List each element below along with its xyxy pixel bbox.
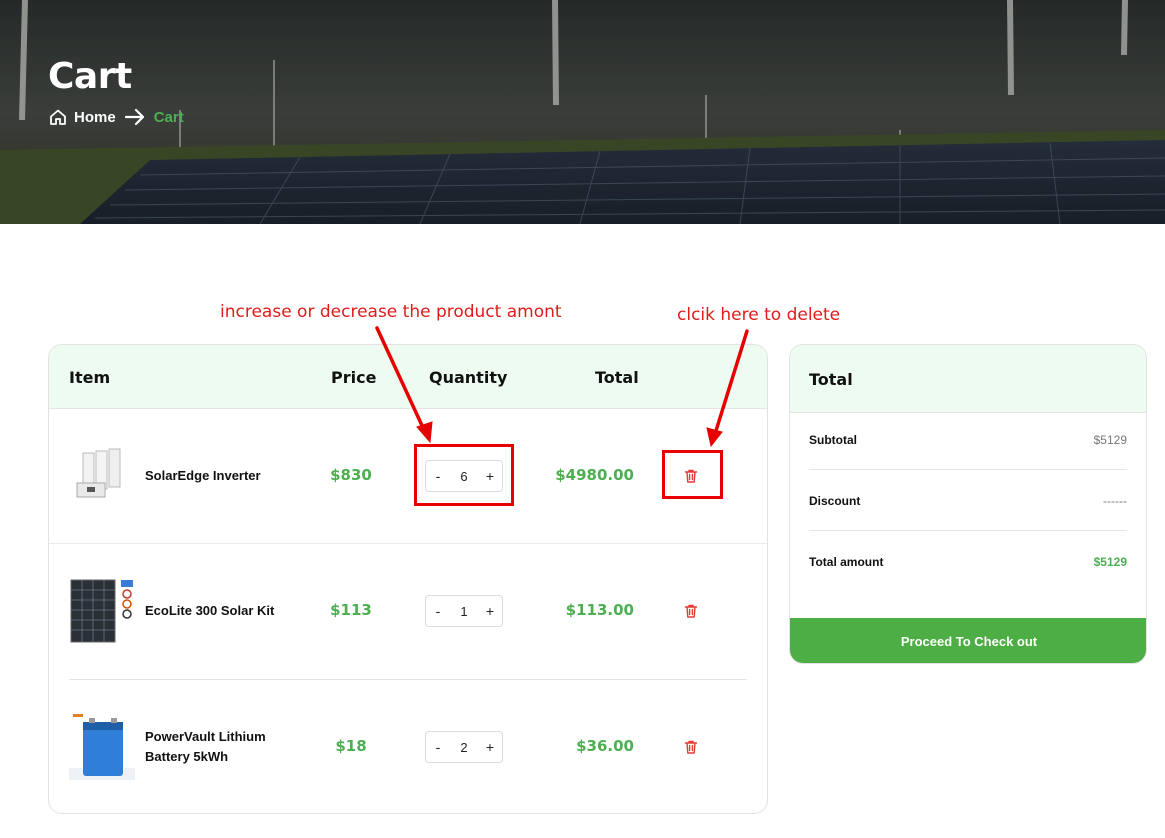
arrow-right-icon xyxy=(124,108,144,126)
subtotal-label: Subtotal xyxy=(809,433,857,447)
summary-divider xyxy=(809,469,1127,470)
increase-quantity-button[interactable]: + xyxy=(484,739,496,755)
summary-divider xyxy=(809,530,1127,531)
order-summary-title: Total xyxy=(809,370,853,389)
order-summary-card: Total Subtotal $5129 Discount ------ Tot… xyxy=(789,344,1147,664)
column-price: Price xyxy=(331,368,377,387)
total-amount-value: $5129 xyxy=(1093,555,1127,569)
annotation-quantity-highlight xyxy=(414,444,514,506)
product-name[interactable]: PowerVault Lithium Battery 5kWh xyxy=(145,727,285,767)
product-name[interactable]: SolarEdge Inverter xyxy=(145,466,285,486)
discount-label: Discount xyxy=(809,494,861,508)
column-total: Total xyxy=(595,368,639,387)
total-amount-row: Total amount $5129 xyxy=(809,555,1127,569)
proceed-to-checkout-button[interactable]: Proceed To Check out xyxy=(790,618,1146,663)
quantity-value[interactable]: 2 xyxy=(460,740,467,755)
annotation-delete-note: clcik here to delete xyxy=(677,305,841,325)
subtotal-value: $5129 xyxy=(1093,433,1127,447)
breadcrumb: Home Cart xyxy=(49,106,184,128)
breadcrumb-current: Cart xyxy=(153,108,184,126)
table-row: PowerVault Lithium Battery 5kWh $18 - 2 … xyxy=(49,680,767,813)
trash-icon[interactable] xyxy=(683,603,699,619)
home-icon[interactable] xyxy=(49,108,67,126)
cart-table: Item Price Quantity Total SolarEdge Inve… xyxy=(48,344,768,814)
product-image-battery xyxy=(69,714,135,780)
annotation-quantity-note: increase or decrease the product amont xyxy=(220,302,562,322)
breadcrumb-home-link[interactable]: Home xyxy=(74,109,116,126)
product-name[interactable]: EcoLite 300 Solar Kit xyxy=(145,601,285,621)
cart-table-header: Item Price Quantity Total xyxy=(49,345,767,409)
increase-quantity-button[interactable]: + xyxy=(484,603,496,619)
decrease-quantity-button[interactable]: - xyxy=(432,739,444,755)
table-row: SolarEdge Inverter $830 - 6 + $4980.00 xyxy=(49,409,767,544)
product-price: $830 xyxy=(330,466,372,484)
quantity-stepper: - 1 + xyxy=(425,595,503,627)
discount-row: Discount ------ xyxy=(809,494,1127,508)
discount-value: ------ xyxy=(1103,494,1127,508)
product-image-solar-kit xyxy=(69,578,135,644)
product-price: $18 xyxy=(335,737,367,755)
quantity-value[interactable]: 1 xyxy=(460,604,467,619)
column-quantity: Quantity xyxy=(429,368,508,387)
product-image-inverter xyxy=(69,443,135,509)
annotation-delete-highlight xyxy=(662,450,723,499)
product-line-total: $4980.00 xyxy=(555,466,634,484)
table-row: EcoLite 300 Solar Kit $113 - 1 + $113.00 xyxy=(49,544,767,679)
total-amount-label: Total amount xyxy=(809,555,884,569)
quantity-stepper: - 2 + xyxy=(425,731,503,763)
subtotal-row: Subtotal $5129 xyxy=(809,433,1127,447)
decrease-quantity-button[interactable]: - xyxy=(432,603,444,619)
product-line-total: $36.00 xyxy=(576,737,634,755)
order-summary-header: Total xyxy=(790,345,1146,413)
page-title: Cart xyxy=(48,56,132,97)
column-item: Item xyxy=(69,368,111,387)
product-line-total: $113.00 xyxy=(565,601,634,619)
trash-icon[interactable] xyxy=(683,739,699,755)
product-price: $113 xyxy=(330,601,372,619)
page-hero: Cart Home Cart xyxy=(0,0,1165,224)
